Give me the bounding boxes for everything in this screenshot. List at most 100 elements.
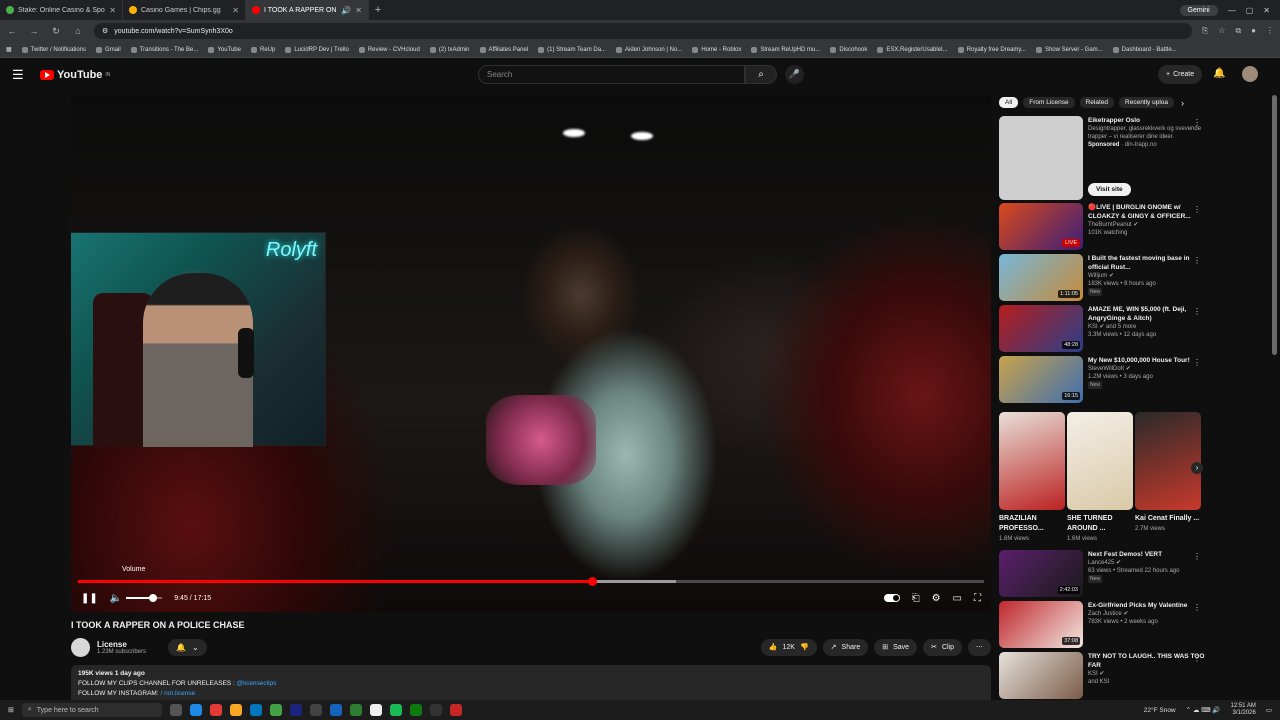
recommendation-item[interactable]: 16:15 My New $10,000,000 House Tour! Steve… — [999, 356, 1207, 406]
bookmark-item[interactable]: Royalty free Dreamy... — [957, 46, 1026, 53]
tray-icons[interactable]: ⌃ ☁ ⌨ 🔊 — [1186, 706, 1221, 714]
chrome-icon[interactable] — [269, 704, 282, 716]
video-thumbnail[interactable] — [999, 652, 1083, 699]
forward-icon[interactable]: → — [28, 26, 40, 36]
more-vert-icon[interactable]: ⋮ — [1193, 307, 1201, 316]
new-tab-button[interactable]: + — [369, 4, 387, 16]
video-thumbnail[interactable]: 37:08 — [999, 601, 1083, 648]
thumbs-down-icon[interactable]: 👎 — [800, 643, 809, 651]
steam-icon[interactable] — [289, 704, 302, 716]
video-thumbnail[interactable]: 16:15 — [999, 356, 1083, 403]
microphone-icon[interactable]: 🎤 — [785, 65, 804, 84]
search-icon[interactable]: ⌕ — [745, 65, 777, 84]
video-thumbnail[interactable]: LIVE — [999, 203, 1083, 250]
description-link[interactable]: @licenseclips — [237, 680, 277, 687]
clip-button[interactable]: ✂ Clip — [923, 638, 962, 656]
bookmark-item[interactable]: (2) txAdmin — [429, 46, 470, 53]
description-link[interactable]: / not.license — [160, 690, 195, 697]
volume-icon[interactable]: 🔈 — [110, 593, 122, 604]
more-vert-icon[interactable]: ⋮ — [1193, 118, 1201, 127]
short-thumbnail[interactable] — [1067, 412, 1133, 510]
recommendation-item[interactable]: 2:42:03 Next Fest Demos! VERT Lance425 ✔ 63… — [999, 550, 1207, 600]
page-scrollbar[interactable] — [1272, 95, 1277, 355]
recommendation-item[interactable]: LIVE 🔴LIVE | BURGLIN GNOME w/ CLOAKZY & G… — [999, 203, 1207, 253]
bookmark-item[interactable]: Show Server - Gam... — [1035, 46, 1103, 53]
bookmark-item[interactable]: (1) Stream Team Da... — [538, 46, 606, 53]
gemini-button[interactable]: Gemini — [1179, 4, 1218, 16]
minimize-icon[interactable]: — — [1228, 6, 1236, 15]
windows-start-icon[interactable]: ⊞ — [8, 706, 14, 714]
bookmark-item[interactable]: Discohook — [830, 46, 867, 53]
more-vert-icon[interactable]: ⋮ — [1193, 205, 1201, 214]
notification-center-icon[interactable]: ▭ — [1266, 706, 1272, 714]
search-input[interactable]: Search — [478, 65, 745, 84]
chevron-right-icon[interactable]: › — [1181, 98, 1184, 108]
menu-icon[interactable]: ⋮ — [1266, 26, 1274, 36]
volume-slider[interactable] — [126, 594, 163, 602]
description-box[interactable]: 195K views 1 day ago FOLLOW MY CLIPS CHA… — [71, 665, 991, 701]
weather-widget[interactable]: 22°F Snow — [1144, 707, 1176, 714]
close-icon[interactable]: ✕ — [355, 6, 362, 15]
profile-icon[interactable]: ● — [1251, 26, 1256, 36]
bookmark-item[interactable]: ReUp — [250, 46, 275, 53]
bookmark-item[interactable]: Twitter / Notifications — [21, 46, 86, 53]
bookmark-item[interactable]: ESX.RegisterUsableI... — [877, 46, 948, 53]
xbox-icon[interactable] — [409, 704, 422, 716]
create-button[interactable]: + Create — [1158, 65, 1203, 84]
system-clock[interactable]: 12:51 AM 3/1/2026 — [1230, 703, 1255, 717]
bookmark-item[interactable]: LucidRP Dev | Trello — [285, 46, 349, 53]
taskbar-search-input[interactable]: ⌕ Type here to search — [21, 703, 162, 717]
video-thumbnail[interactable]: 48:28 — [999, 305, 1083, 352]
settings-gear-icon[interactable]: ⚙ — [932, 593, 941, 604]
bookmark-item[interactable]: Aiden Johnson | No... — [616, 46, 682, 53]
bookmark-item[interactable]: Transitions - The Be... — [130, 46, 198, 53]
more-vert-icon[interactable]: ⋮ — [1193, 358, 1201, 367]
autoplay-toggle[interactable] — [883, 594, 900, 602]
fullscreen-icon[interactable]: ⛶ — [974, 593, 981, 604]
bookmark-item[interactable]: Home - Roblox — [692, 46, 741, 53]
channel-avatar[interactable] — [71, 637, 90, 657]
apps-grid-icon[interactable]: ▦ — [6, 46, 12, 53]
more-vert-icon[interactable]: ⋮ — [1193, 603, 1201, 612]
extensions-icon[interactable]: ⧉ — [1235, 26, 1241, 36]
recommendation-item[interactable]: TRY NOT TO LAUGH.. THIS WAS TOO FAR KSI ✔… — [999, 652, 1207, 700]
recommendation-item[interactable]: 37:08 Ex-Girlfriend Picks My Valentine Zac… — [999, 601, 1207, 651]
excel-icon[interactable] — [349, 704, 362, 716]
close-icon[interactable]: ✕ — [109, 6, 116, 15]
video-thumbnail[interactable]: 1:11:05 — [999, 254, 1083, 301]
more-vert-icon[interactable]: ⋮ — [1193, 654, 1201, 663]
account-avatar[interactable] — [1242, 66, 1258, 82]
more-vert-icon[interactable]: ⋮ — [1193, 552, 1201, 561]
task-view-icon[interactable] — [169, 704, 182, 716]
chip-all[interactable]: All — [999, 97, 1019, 108]
short-item[interactable]: BRAZILIAN PROFESSO... 1.6M views — [999, 514, 1065, 544]
install-icon[interactable]: ⎘ — [1202, 26, 1208, 36]
browser-tab-chips[interactable]: Casino Games | Chips.gg ✕ — [123, 0, 246, 20]
record-icon[interactable] — [449, 704, 462, 716]
document-icon[interactable] — [369, 704, 382, 716]
maximize-icon[interactable]: ▢ — [1246, 6, 1254, 15]
close-icon[interactable]: ✕ — [232, 6, 239, 15]
chip-related[interactable]: Related — [1079, 97, 1115, 108]
recommendation-item[interactable]: 48:28 AMAZE ME, WIN $5,000 (ft. Deji, Ang… — [999, 305, 1207, 355]
share-button[interactable]: ↗ Share — [822, 638, 869, 656]
video-player[interactable]: Rolyft Volume ❚❚ 🔈 9:45 / 17:15 ⎗ ⚙ ▭ ⛶ — [71, 95, 991, 612]
visit-site-button[interactable]: Visit site — [1088, 183, 1131, 196]
chip-recently-uploaded[interactable]: Recently uploa — [1119, 97, 1175, 108]
brave-icon[interactable] — [209, 704, 222, 716]
ad-thumbnail[interactable] — [999, 116, 1083, 200]
youtube-logo[interactable]: YouTube IN — [40, 69, 110, 81]
bookmark-item[interactable]: Dashboard - Battle... — [1112, 46, 1177, 53]
short-item[interactable]: SHE TURNED AROUND ... 1.6M views — [1067, 514, 1133, 544]
hamburger-menu-icon[interactable]: ☰ — [12, 67, 32, 83]
site-info-icon[interactable]: ⚙ — [102, 27, 108, 35]
shorts-next-icon[interactable]: › — [1191, 462, 1203, 474]
save-button[interactable]: ⊞ Save — [874, 638, 918, 656]
chip-from-license[interactable]: From License — [1023, 97, 1075, 108]
obs-icon[interactable] — [309, 704, 322, 716]
spotify-icon[interactable] — [389, 704, 402, 716]
short-thumbnail[interactable] — [1135, 412, 1201, 510]
bookmark-item[interactable]: Stream ReUpHD mu... — [751, 46, 820, 53]
window-close-icon[interactable]: ✕ — [1263, 6, 1270, 15]
browser-tab-youtube[interactable]: I TOOK A RAPPER ON A PO... 🔊 ✕ — [246, 0, 369, 20]
